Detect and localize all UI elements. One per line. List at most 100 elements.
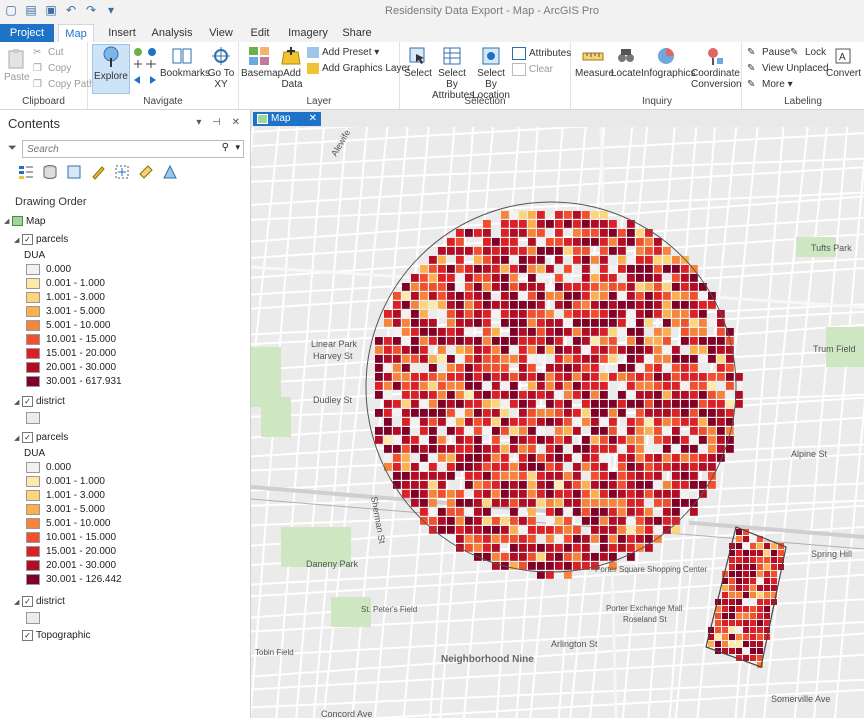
parcel bbox=[465, 364, 473, 372]
parcel bbox=[591, 283, 599, 291]
visibility-checkbox[interactable]: ✓ bbox=[22, 234, 33, 245]
parcel bbox=[654, 436, 662, 444]
copy-path-button[interactable]: ❐ Copy Path bbox=[33, 79, 95, 90]
search-input[interactable] bbox=[23, 141, 221, 157]
locate-button[interactable]: Locate bbox=[611, 46, 641, 79]
tab-view[interactable]: View bbox=[204, 24, 238, 42]
parcel bbox=[627, 256, 635, 264]
layer-topographic[interactable]: ✓ Topographic bbox=[22, 630, 90, 641]
lock-button[interactable]: ✎ Lock bbox=[790, 47, 826, 58]
clear-button[interactable]: Clear bbox=[512, 63, 553, 76]
tab-analysis[interactable]: Analysis bbox=[150, 24, 194, 42]
add-data-button[interactable]: Add Data bbox=[279, 46, 305, 90]
layer-district-1[interactable]: ◢ ✓ district bbox=[14, 396, 65, 407]
parcel bbox=[645, 238, 653, 246]
tab-share[interactable]: Share bbox=[338, 24, 376, 42]
map-canvas[interactable]: Alewife Tufts Park Trum Field Linear Par… bbox=[251, 127, 864, 718]
tab-insert[interactable]: Insert bbox=[104, 24, 140, 42]
pause-button[interactable]: ✎ Pause bbox=[747, 47, 790, 58]
parcel bbox=[483, 310, 491, 318]
parcel bbox=[708, 641, 714, 647]
map-node[interactable]: ◢ Map bbox=[4, 216, 45, 227]
copy-button[interactable]: ❐ Copy bbox=[33, 63, 71, 74]
paste-button[interactable]: Paste bbox=[4, 48, 30, 83]
layer-parcels-2[interactable]: ◢ ✓ parcels bbox=[14, 432, 68, 443]
convert-button[interactable]: A Convert bbox=[826, 46, 861, 79]
attributes-button[interactable]: Attributes bbox=[512, 47, 571, 60]
parcel bbox=[411, 301, 419, 309]
parcel bbox=[690, 283, 698, 291]
close-icon[interactable]: ✕ bbox=[309, 112, 317, 126]
parcel bbox=[546, 562, 554, 570]
list-by-source-icon[interactable] bbox=[42, 164, 58, 180]
list-by-labeling-icon[interactable] bbox=[138, 164, 154, 180]
tab-imagery[interactable]: Imagery bbox=[284, 24, 332, 42]
parcel bbox=[546, 517, 554, 525]
parcel bbox=[420, 463, 428, 471]
layer-parcels-1[interactable]: ◢ ✓ parcels bbox=[14, 234, 68, 245]
bookmarks-button[interactable]: Bookmarks bbox=[160, 46, 210, 79]
parcel bbox=[555, 427, 563, 435]
list-by-perspective-icon[interactable] bbox=[162, 164, 178, 180]
explore-button[interactable]: Explore bbox=[92, 44, 130, 94]
search-box[interactable]: ⚲ ▾ bbox=[22, 140, 244, 158]
parcel bbox=[429, 427, 437, 435]
infographics-button[interactable]: Infographics bbox=[641, 46, 695, 79]
parcel bbox=[411, 409, 419, 417]
pane-controls[interactable]: ▾ ⊣ ✕ bbox=[196, 117, 244, 128]
layer-district-2[interactable]: ◢ ✓ district bbox=[14, 596, 65, 607]
search-dropdown-icon[interactable]: ▾ bbox=[235, 142, 240, 153]
parcel bbox=[663, 454, 671, 462]
parcel bbox=[573, 355, 581, 363]
list-by-snapping-icon[interactable] bbox=[114, 164, 130, 180]
map-view-tab[interactable]: Map ✕ bbox=[253, 112, 321, 126]
label-arlington: Arlington St bbox=[551, 639, 598, 649]
parcel bbox=[573, 409, 581, 417]
tab-edit[interactable]: Edit bbox=[244, 24, 276, 42]
basemap-button[interactable]: Basemap bbox=[241, 46, 283, 79]
tab-map[interactable]: Map bbox=[58, 24, 94, 43]
parcel bbox=[537, 247, 545, 255]
zoom-tools-icon[interactable] bbox=[132, 46, 158, 90]
view-unplaced-button[interactable]: ✎ View Unplaced bbox=[747, 63, 829, 74]
parcel bbox=[456, 436, 464, 444]
parcel bbox=[717, 445, 725, 453]
map-svg[interactable]: Alewife Tufts Park Trum Field Linear Par… bbox=[251, 127, 864, 718]
parcel bbox=[573, 364, 581, 372]
parcel bbox=[546, 490, 554, 498]
visibility-checkbox[interactable]: ✓ bbox=[22, 396, 33, 407]
add-preset-button[interactable]: Add Preset ▾ bbox=[307, 47, 379, 58]
select-by-attributes-button[interactable]: Select By Attributes bbox=[432, 46, 474, 101]
list-by-drawing-order-icon[interactable] bbox=[18, 164, 34, 180]
list-by-editing-icon[interactable] bbox=[90, 164, 106, 180]
parcel bbox=[474, 535, 482, 543]
parcel bbox=[465, 265, 473, 273]
coordinate-conversion-button[interactable]: Coordinate Conversion bbox=[691, 46, 742, 90]
parcel bbox=[519, 391, 527, 399]
parcel bbox=[600, 481, 608, 489]
parcel bbox=[465, 283, 473, 291]
visibility-checkbox[interactable]: ✓ bbox=[22, 432, 33, 443]
select-button[interactable]: Select bbox=[402, 46, 434, 79]
parcel bbox=[564, 508, 572, 516]
parcel bbox=[537, 274, 545, 282]
parcel bbox=[465, 526, 473, 534]
parcel bbox=[393, 463, 401, 471]
search-icon[interactable]: ⚲ bbox=[222, 142, 229, 153]
visibility-checkbox[interactable]: ✓ bbox=[22, 630, 33, 641]
parcel bbox=[627, 346, 635, 354]
tab-project[interactable]: Project bbox=[0, 24, 54, 42]
add-graphics-layer-button[interactable]: Add Graphics Layer bbox=[307, 63, 410, 74]
parcel bbox=[447, 526, 455, 534]
list-by-selection-icon[interactable] bbox=[66, 164, 82, 180]
parcel bbox=[681, 436, 689, 444]
more-button[interactable]: ✎ More ▾ bbox=[747, 79, 793, 90]
measure-button[interactable]: Measure bbox=[575, 46, 614, 79]
filter-icon[interactable]: ⏷ bbox=[8, 142, 17, 155]
parcel bbox=[546, 391, 554, 399]
goto-xy-button[interactable]: Go To XY bbox=[206, 46, 236, 90]
select-by-location-button[interactable]: Select By Location bbox=[472, 46, 510, 101]
cut-button[interactable]: ✂ Cut bbox=[33, 47, 64, 58]
visibility-checkbox[interactable]: ✓ bbox=[22, 596, 33, 607]
select-by-location-icon bbox=[482, 47, 500, 65]
